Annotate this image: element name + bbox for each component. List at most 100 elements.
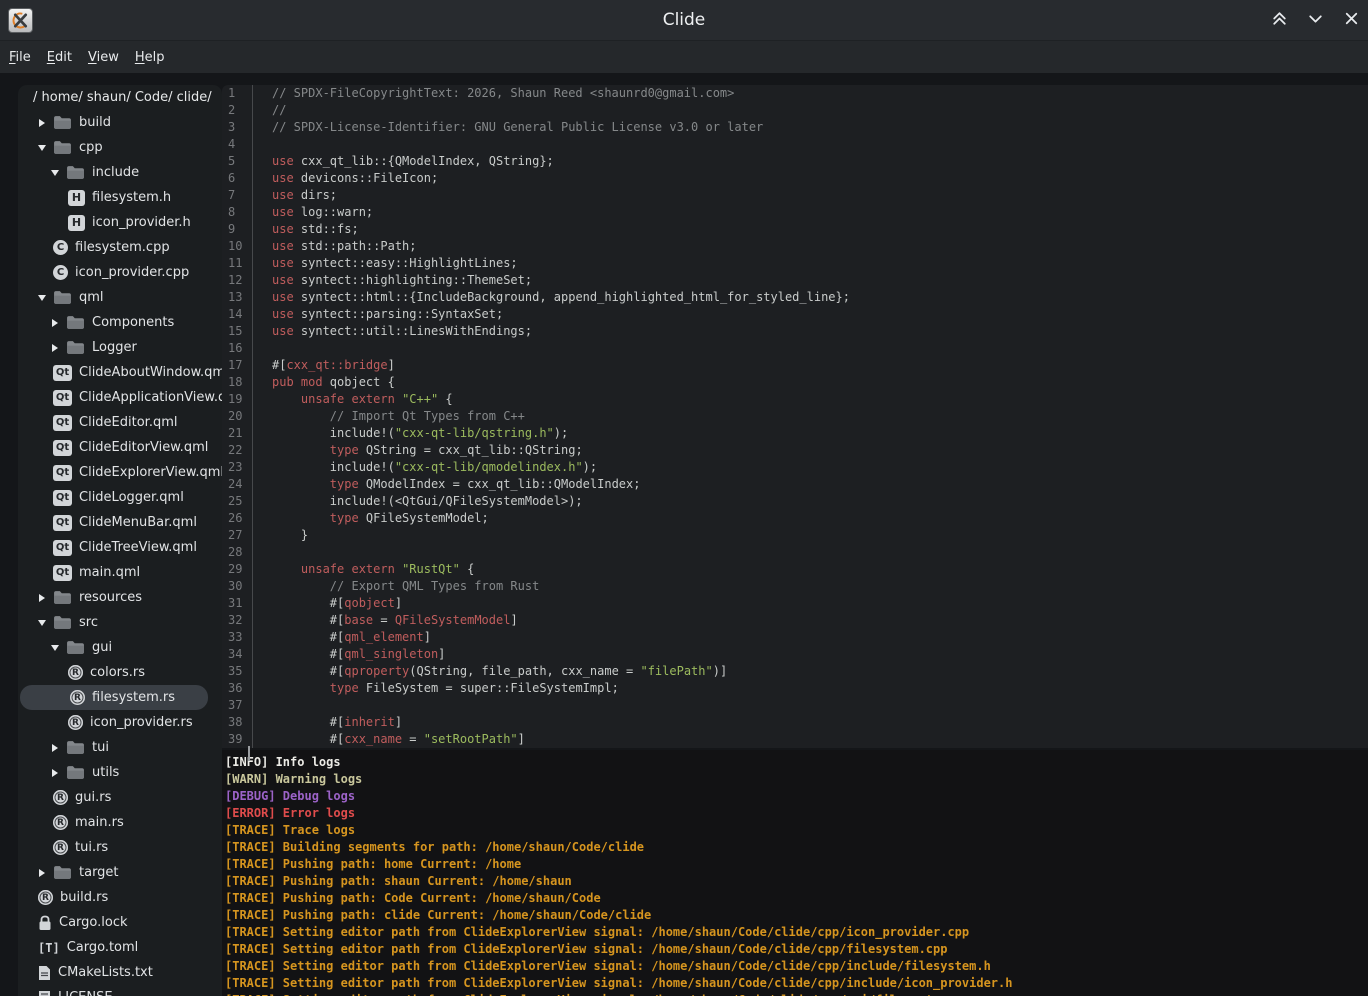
tree-item-build-rs[interactable]: Rbuild.rs bbox=[18, 885, 222, 910]
tree-item-label: build.rs bbox=[60, 890, 108, 905]
chevron-down-icon[interactable] bbox=[37, 295, 47, 301]
tree-item-clideexplorerview-qml[interactable]: QtClideExplorerView.qml bbox=[18, 460, 222, 485]
chevron-right-icon[interactable] bbox=[37, 119, 47, 127]
line-number: 30 bbox=[222, 578, 252, 595]
chevron-right-icon[interactable] bbox=[50, 344, 60, 352]
line-number: 8 bbox=[222, 204, 252, 221]
tree-item-tui[interactable]: tui bbox=[18, 735, 222, 760]
tree-item-build[interactable]: build bbox=[18, 110, 222, 135]
code-text: #[inherit] bbox=[252, 714, 402, 731]
close-button[interactable] bbox=[1340, 9, 1362, 31]
menu-file[interactable]: File bbox=[1, 46, 39, 69]
text-cursor bbox=[248, 746, 250, 761]
code-editor[interactable]: 1// SPDX-FileCopyrightText: 2026, Shaun … bbox=[222, 85, 1368, 748]
tree-item-include[interactable]: include bbox=[18, 160, 222, 185]
tree-item-cmakelists-txt[interactable]: CMakeLists.txt bbox=[18, 960, 222, 985]
maximize-button[interactable] bbox=[1268, 9, 1290, 31]
tree-item-cargo-lock[interactable]: Cargo.lock bbox=[18, 910, 222, 935]
tree-item-main-qml[interactable]: Qtmain.qml bbox=[18, 560, 222, 585]
chevron-right-icon[interactable] bbox=[50, 744, 60, 752]
line-number: 26 bbox=[222, 510, 252, 527]
log-line-trace: [TRACE] Pushing path: shaun Current: /ho… bbox=[225, 873, 1368, 890]
tree-item-qml[interactable]: qml bbox=[18, 285, 222, 310]
chevron-down-icon[interactable] bbox=[50, 170, 60, 176]
chevron-down-icon[interactable] bbox=[37, 145, 47, 151]
tree-item-filesystem-rs[interactable]: Rfilesystem.rs bbox=[20, 685, 208, 710]
code-line-14: 14use syntect::parsing::SyntaxSet; bbox=[222, 306, 1368, 323]
chevron-right-icon[interactable] bbox=[37, 594, 47, 602]
tree-item-colors-rs[interactable]: Rcolors.rs bbox=[18, 660, 222, 685]
window-controls bbox=[1268, 0, 1362, 40]
log-line-info: [INFO] Info logs bbox=[225, 754, 1368, 771]
code-text: use std::path::Path; bbox=[252, 238, 417, 255]
tree-item-logger[interactable]: Logger bbox=[18, 335, 222, 360]
tree-item-tui-rs[interactable]: Rtui.rs bbox=[18, 835, 222, 860]
tree-item-label: tui bbox=[92, 740, 109, 755]
line-number: 25 bbox=[222, 493, 252, 510]
file-tree: buildcppincludeHfilesystem.hHicon_provid… bbox=[18, 110, 222, 996]
tree-item-clidemenubar-qml[interactable]: QtClideMenuBar.qml bbox=[18, 510, 222, 535]
tree-item-main-rs[interactable]: Rmain.rs bbox=[18, 810, 222, 835]
qt-file-icon: Qt bbox=[53, 540, 72, 556]
tree-item-label: tui.rs bbox=[75, 840, 108, 855]
tree-item-gui-rs[interactable]: Rgui.rs bbox=[18, 785, 222, 810]
code-text: #[qml_element] bbox=[252, 629, 431, 646]
tree-item-components[interactable]: Components bbox=[18, 310, 222, 335]
menu-view[interactable]: View bbox=[80, 46, 127, 69]
tree-item-resources[interactable]: resources bbox=[18, 585, 222, 610]
tree-item-filesystem-h[interactable]: Hfilesystem.h bbox=[18, 185, 222, 210]
tree-item-clidelogger-qml[interactable]: QtClideLogger.qml bbox=[18, 485, 222, 510]
code-text: include!("cxx-qt-lib/qmodelindex.h"); bbox=[252, 459, 597, 476]
code-text: use syntect::util::LinesWithEndings; bbox=[252, 323, 532, 340]
code-text: #[base = QFileSystemModel] bbox=[252, 612, 518, 629]
tree-item-icon-provider-h[interactable]: Hicon_provider.h bbox=[18, 210, 222, 235]
chevron-right-icon[interactable] bbox=[50, 769, 60, 777]
rust-file-icon: R bbox=[53, 840, 68, 855]
chevron-right-icon[interactable] bbox=[50, 319, 60, 327]
line-number: 29 bbox=[222, 561, 252, 578]
tree-item-clideapplicationview-qml[interactable]: QtClideApplicationView.qml bbox=[18, 385, 222, 410]
log-line-trace: [TRACE] Building segments for path: /hom… bbox=[225, 839, 1368, 856]
chevron-down-icon[interactable] bbox=[37, 620, 47, 626]
code-text: type QString = cxx_qt_lib::QString; bbox=[252, 442, 583, 459]
tree-item-clidetreeview-qml[interactable]: QtClideTreeView.qml bbox=[18, 535, 222, 560]
log-panel[interactable]: [INFO] Info logs[WARN] Warning logs[DEBU… bbox=[222, 750, 1368, 996]
tree-item-label: build bbox=[79, 115, 111, 130]
tree-item-clideeditor-qml[interactable]: QtClideEditor.qml bbox=[18, 410, 222, 435]
code-line-5: 5use cxx_qt_lib::{QModelIndex, QString}; bbox=[222, 153, 1368, 170]
code-line-32: 32 #[base = QFileSystemModel] bbox=[222, 612, 1368, 629]
code-line-36: 36 type FileSystem = super::FileSystemIm… bbox=[222, 680, 1368, 697]
code-line-8: 8use log::warn; bbox=[222, 204, 1368, 221]
tree-item-label: filesystem.cpp bbox=[75, 240, 170, 255]
chevron-right-icon[interactable] bbox=[37, 869, 47, 877]
tree-item-gui[interactable]: gui bbox=[18, 635, 222, 660]
tree-item-target[interactable]: target bbox=[18, 860, 222, 885]
tree-item-label: ClideApplicationView.qml bbox=[79, 390, 222, 405]
tree-item-clideeditorview-qml[interactable]: QtClideEditorView.qml bbox=[18, 435, 222, 460]
chevron-down-icon[interactable] bbox=[50, 645, 60, 651]
tree-item-label: src bbox=[79, 615, 98, 630]
code-text: // Import Qt Types from C++ bbox=[252, 408, 525, 425]
tree-item-clideaboutwindow-qml[interactable]: QtClideAboutWindow.qml bbox=[18, 360, 222, 385]
code-text: use devicons::FileIcon; bbox=[252, 170, 438, 187]
qt-file-icon: Qt bbox=[53, 440, 72, 456]
tree-item-cpp[interactable]: cpp bbox=[18, 135, 222, 160]
menu-help[interactable]: Help bbox=[127, 46, 173, 69]
line-number: 4 bbox=[222, 136, 252, 153]
tree-item-label: Cargo.lock bbox=[59, 915, 128, 930]
tree-item-utils[interactable]: utils bbox=[18, 760, 222, 785]
line-number: 38 bbox=[222, 714, 252, 731]
tree-item-cargo-toml[interactable]: [T]Cargo.toml bbox=[18, 935, 222, 960]
tree-item-label: icon_provider.h bbox=[92, 215, 191, 230]
menu-edit[interactable]: Edit bbox=[39, 46, 80, 69]
tree-item-icon-provider-cpp[interactable]: Cicon_provider.cpp bbox=[18, 260, 222, 285]
tree-item-src[interactable]: src bbox=[18, 610, 222, 635]
tree-item-label: main.qml bbox=[79, 565, 140, 580]
tree-item-filesystem-cpp[interactable]: Cfilesystem.cpp bbox=[18, 235, 222, 260]
tree-item-license[interactable]: LICENSE bbox=[18, 985, 222, 996]
header-file-icon: H bbox=[68, 215, 85, 231]
minimize-button[interactable] bbox=[1304, 9, 1326, 31]
line-number: 33 bbox=[222, 629, 252, 646]
tree-item-label: LICENSE bbox=[58, 990, 113, 996]
tree-item-icon-provider-rs[interactable]: Ricon_provider.rs bbox=[18, 710, 222, 735]
